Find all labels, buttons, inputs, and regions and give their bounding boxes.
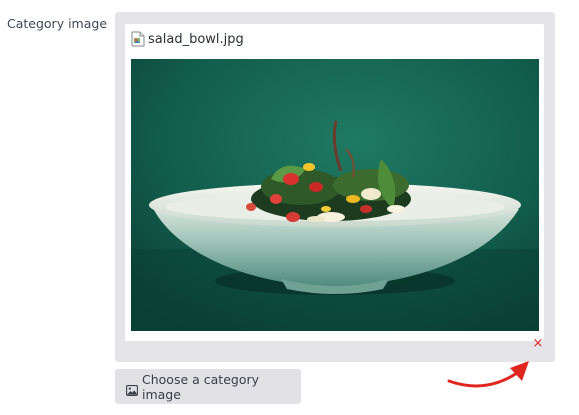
broken-image-icon xyxy=(131,31,145,47)
choose-button-label: Choose a category image xyxy=(142,371,259,402)
choose-category-image-button[interactable]: Choose a category image xyxy=(115,369,301,404)
field-label: Category image xyxy=(7,16,108,31)
salad-bowl-photo xyxy=(131,59,539,331)
image-preview-panel: salad_bowl.jpg × xyxy=(115,12,555,362)
remove-image-button[interactable]: × xyxy=(531,337,545,351)
annotation-arrow-icon xyxy=(447,361,529,388)
category-image-field: Category image salad_bowl.jpg × Choose a… xyxy=(0,0,579,415)
file-card: salad_bowl.jpg xyxy=(125,24,544,341)
file-name: salad_bowl.jpg xyxy=(148,31,244,47)
file-header: salad_bowl.jpg xyxy=(131,29,244,49)
image-icon xyxy=(126,381,138,396)
